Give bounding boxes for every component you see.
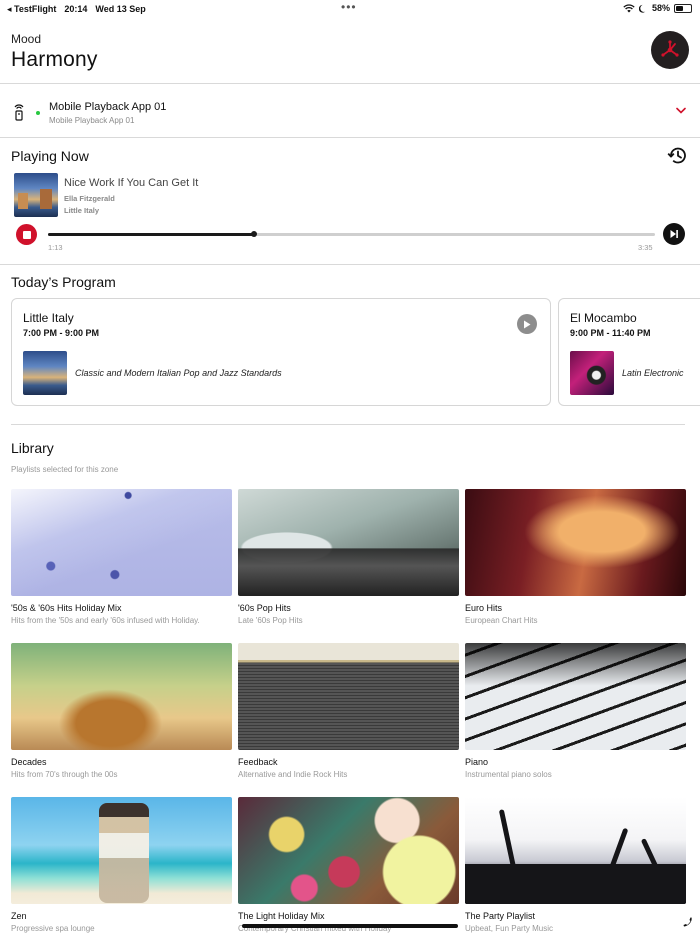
playlist-tile[interactable]: The Light Holiday Mix Contemporary Chris…	[238, 797, 459, 933]
divider	[11, 424, 685, 425]
program-name: El Mocambo	[570, 311, 637, 325]
now-playing-album: Little Italy	[64, 206, 100, 215]
playing-now-heading: Playing Now	[11, 148, 89, 164]
progress-scrubber-handle[interactable]	[251, 231, 258, 237]
header: Mood Harmony	[0, 18, 700, 84]
playlist-description: Upbeat, Fun Party Music	[465, 924, 554, 933]
total-duration: 3:35	[638, 243, 653, 252]
playlist-tile[interactable]: Feedback Alternative and Indie Rock Hits	[238, 643, 459, 779]
skip-next-icon	[670, 230, 678, 238]
zone-selector[interactable]: Mobile Playback App 01 Mobile Playback A…	[0, 84, 700, 138]
remote-icon	[14, 104, 24, 121]
back-to-app-link[interactable]: ◂ TestFlight	[7, 4, 56, 15]
playlist-description: Alternative and Indie Rock Hits	[238, 770, 348, 779]
playlist-image	[238, 489, 459, 596]
playlist-image	[11, 797, 232, 904]
program-time: 9:00 PM - 11:40 PM	[570, 328, 651, 338]
elapsed-time: 1:13	[48, 243, 63, 252]
playlist-image	[11, 489, 232, 596]
progress-bar[interactable]	[48, 231, 655, 237]
playlist-name: Feedback	[238, 757, 278, 767]
playlist-description: European Chart Hits	[465, 616, 538, 625]
program-art	[570, 351, 614, 395]
online-status-dot	[36, 111, 40, 115]
playlist-tile[interactable]: Zen Progressive spa lounge	[11, 797, 232, 933]
now-playing-title: Nice Work If You Can Get It	[64, 177, 199, 189]
status-bar: ◂ TestFlight 20:14 Wed 13 Sep ••• 58%	[0, 0, 700, 18]
play-program-button[interactable]	[517, 314, 537, 334]
chevron-down-icon[interactable]	[676, 107, 686, 114]
playlist-tile[interactable]: '60s Pop Hits Late '60s Pop Hits	[238, 489, 459, 625]
zone-name: Mobile Playback App 01	[49, 101, 167, 113]
program-description: Latin Electronic	[622, 368, 684, 378]
stop-button[interactable]	[16, 224, 37, 245]
todays-program-heading: Today’s Program	[11, 274, 116, 290]
now-playing-artist: Ella Fitzgerald	[64, 194, 115, 203]
phone-icon[interactable]	[682, 916, 694, 928]
playlist-image	[238, 797, 459, 904]
brand-logo-icon	[661, 40, 679, 57]
playlist-name: Decades	[11, 757, 47, 767]
history-icon[interactable]	[667, 146, 687, 165]
playlist-image	[465, 489, 686, 596]
moon-icon	[638, 4, 646, 13]
multitasking-dots-icon[interactable]: •••	[341, 1, 357, 13]
playlist-tile[interactable]: The Party Playlist Upbeat, Fun Party Mus…	[465, 797, 686, 933]
play-icon	[524, 320, 531, 328]
playlist-description: Progressive spa lounge	[11, 924, 95, 933]
library-heading: Library	[11, 440, 54, 456]
mood-label: Mood	[11, 32, 42, 46]
wifi-icon	[623, 3, 635, 12]
playlist-image	[465, 643, 686, 750]
playlist-description: Late '60s Pop Hits	[238, 616, 303, 625]
program-card[interactable]: El Mocambo 9:00 PM - 11:40 PM Latin Elec…	[558, 298, 700, 406]
playlist-description: Hits from 70's through the 00s	[11, 770, 118, 779]
playlist-name: Piano	[465, 757, 489, 767]
playlist-description: Hits from the '50s and early '60s infuse…	[11, 616, 200, 625]
playlist-description: Instrumental piano solos	[465, 770, 552, 779]
playlist-image	[238, 643, 459, 750]
playlist-image	[465, 797, 686, 904]
playlist-tile[interactable]: Piano Instrumental piano solos	[465, 643, 686, 779]
library-subtitle: Playlists selected for this zone	[11, 465, 119, 474]
program-art	[23, 351, 67, 395]
battery-icon	[674, 3, 692, 13]
status-date: Wed 13 Sep	[95, 4, 146, 14]
now-playing-album-art	[14, 173, 58, 217]
divider	[0, 264, 700, 265]
playlist-name: Euro Hits	[465, 603, 503, 613]
program-card[interactable]: Little Italy 7:00 PM - 9:00 PM Classic a…	[11, 298, 551, 406]
program-name: Little Italy	[23, 311, 74, 325]
skip-next-button[interactable]	[663, 223, 685, 245]
playlist-name: Zen	[11, 911, 27, 921]
brand-logo-button[interactable]	[651, 31, 689, 69]
battery-percent: 58%	[651, 3, 670, 13]
playlist-image	[11, 643, 232, 750]
playlist-tile[interactable]: '50s & '60s Hits Holiday Mix Hits from t…	[11, 489, 232, 625]
status-time: 20:14	[64, 4, 88, 14]
zone-subtitle: Mobile Playback App 01	[49, 116, 135, 125]
playlist-tile[interactable]: Decades Hits from 70's through the 00s	[11, 643, 232, 779]
playlist-name: '60s Pop Hits	[238, 603, 291, 613]
home-indicator[interactable]	[242, 924, 458, 928]
program-time: 7:00 PM - 9:00 PM	[23, 328, 100, 338]
playlist-name: The Party Playlist	[465, 911, 536, 921]
playlist-name: The Light Holiday Mix	[238, 911, 325, 921]
stop-icon	[22, 230, 31, 239]
playlist-tile[interactable]: Euro Hits European Chart Hits	[465, 489, 686, 625]
page-title: Harmony	[11, 48, 98, 71]
program-description: Classic and Modern Italian Pop and Jazz …	[75, 368, 282, 378]
playlist-name: '50s & '60s Hits Holiday Mix	[11, 603, 122, 613]
progress-elapsed-fill	[48, 233, 255, 236]
